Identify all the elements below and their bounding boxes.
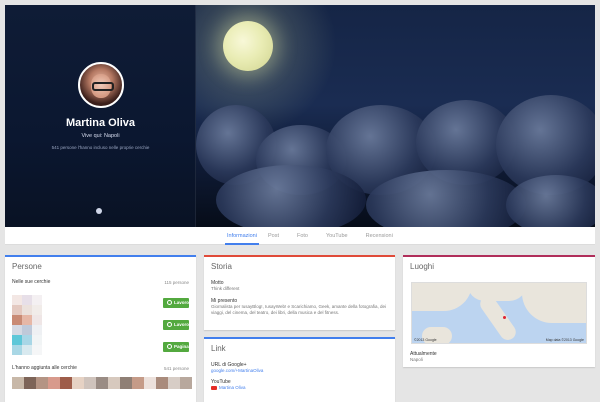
persone-title: Persone bbox=[12, 262, 42, 271]
tab-recensioni[interactable]: Recensioni bbox=[357, 227, 402, 245]
map-land bbox=[522, 283, 586, 323]
cloud-shape bbox=[216, 165, 366, 227]
persone-card: Persone Nelle sue cerchie 115 persone La… bbox=[5, 255, 196, 402]
gplus-url-link[interactable]: google.com/+MartinaOliva bbox=[211, 368, 388, 373]
storia-title: Storia bbox=[211, 262, 232, 271]
profile-tab-bar: Informazioni Post Foto YouTube Recension… bbox=[5, 227, 595, 245]
added-label: L'hanno aggiunta alle cerchie bbox=[12, 365, 77, 371]
circle-avatars[interactable] bbox=[12, 295, 82, 360]
added-avatars[interactable] bbox=[12, 377, 192, 399]
added-count[interactable]: 541 persone bbox=[164, 366, 189, 371]
location-pin-icon bbox=[96, 208, 102, 214]
current-location-value: Napoli bbox=[410, 357, 423, 362]
motto-value: Think different bbox=[211, 286, 240, 291]
add-lavoro-button[interactable]: Lavoro bbox=[163, 298, 189, 308]
add-pagina-button[interactable]: Pagina bbox=[163, 342, 189, 352]
map-caption-left: ©2013 Google bbox=[414, 338, 437, 342]
link-title: Link bbox=[211, 344, 226, 353]
cover-photo: Martina Oliva Vive qui: Napoli 541 perso… bbox=[5, 5, 595, 227]
profile-panel: Martina Oliva Vive qui: Napoli 541 perso… bbox=[5, 5, 196, 227]
tab-foto[interactable]: Foto bbox=[288, 227, 317, 245]
cover-image bbox=[196, 5, 595, 227]
in-circles-label: Nelle sue cerchie bbox=[12, 279, 51, 285]
tab-post[interactable]: Post bbox=[266, 227, 288, 245]
tab-youtube[interactable]: YouTube bbox=[317, 227, 357, 245]
luoghi-card: Luoghi ©2013 Google Map data ©2013 Googl… bbox=[403, 255, 595, 367]
storia-card: Storia Motto Think different Mi presento… bbox=[204, 255, 395, 330]
profile-name: Martina Oliva bbox=[65, 117, 136, 129]
profile-circles-count: 541 persone l'hanno incluso nelle propri… bbox=[51, 145, 150, 150]
add-circle-icon bbox=[167, 344, 172, 349]
about-value: Giornalista per IusayBlog!, IusayWeb! e … bbox=[211, 304, 387, 315]
map-caption-right: Map data ©2013 Google bbox=[545, 338, 584, 342]
luoghi-title: Luoghi bbox=[410, 262, 435, 271]
tab-informazioni[interactable]: Informazioni bbox=[225, 227, 259, 245]
add-lavoro-button[interactable]: Lavoro bbox=[163, 320, 189, 330]
in-circles-count[interactable]: 115 persone bbox=[164, 280, 189, 285]
youtube-link[interactable]: Martina Oliva bbox=[211, 385, 388, 390]
youtube-icon bbox=[211, 386, 217, 390]
map-land bbox=[467, 283, 527, 301]
add-circle-icon bbox=[167, 300, 172, 305]
moon-image bbox=[223, 21, 273, 71]
add-circle-icon bbox=[167, 322, 172, 327]
avatar[interactable] bbox=[78, 62, 124, 108]
map-marker-icon[interactable] bbox=[503, 316, 506, 319]
link-card: Link URL di Google+ google.com/+MartinaO… bbox=[204, 337, 395, 402]
location-map[interactable]: ©2013 Google Map data ©2013 Google bbox=[411, 282, 587, 344]
profile-location: Vive qui: Napoli bbox=[81, 133, 120, 139]
map-land bbox=[412, 283, 472, 311]
